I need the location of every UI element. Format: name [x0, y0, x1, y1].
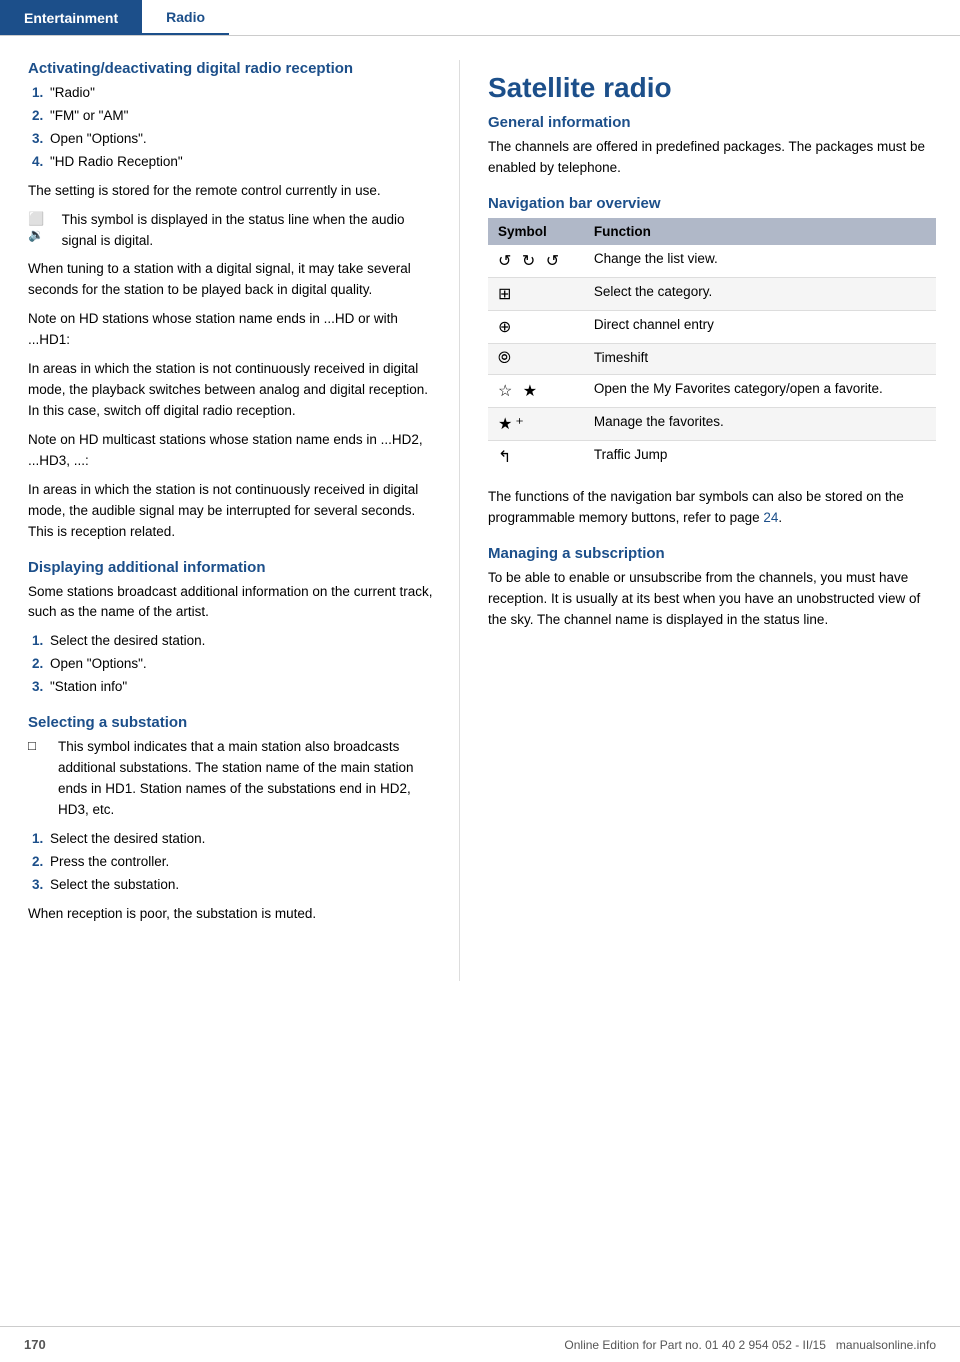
page-number: 170 — [24, 1337, 46, 1352]
section-substation-title: Selecting a substation — [28, 714, 435, 731]
hd-note-text: This symbol is displayed in the status l… — [62, 210, 435, 252]
steps-list-1: 1."Radio" 2."FM" or "AM" 3.Open "Options… — [28, 83, 435, 173]
table-row: ☆ ★ Open the My Favorites category/open … — [488, 374, 936, 407]
left-column: Activating/deactivating digital radio re… — [0, 60, 460, 981]
substation-sym-text: This symbol indicates that a main statio… — [58, 737, 435, 821]
tab-entertainment[interactable]: Entertainment — [0, 0, 142, 35]
symbol-cell: ★⁺ — [488, 407, 584, 440]
substation-icon: □ — [28, 737, 52, 753]
section-activating-title: Activating/deactivating digital radio re… — [28, 60, 435, 77]
managing-subscription-title: Managing a subscription — [488, 545, 936, 562]
general-info-para: The channels are offered in predefined p… — [488, 137, 936, 179]
note1-text: The setting is stored for the remote con… — [28, 181, 435, 202]
list-item: 2.Open "Options". — [28, 654, 435, 675]
section-nav-bar: Navigation bar overview Symbol Function … — [488, 195, 936, 529]
table-header-symbol: Symbol — [488, 218, 584, 245]
satellite-radio-title: Satellite radio — [488, 72, 936, 104]
hd-icon: ⬜🔉 — [28, 210, 56, 243]
symbol-cell: ⊞ — [488, 277, 584, 310]
section-activating: Activating/deactivating digital radio re… — [28, 60, 435, 543]
table-row: ⊞ Select the category. — [488, 277, 936, 310]
section-displaying: Displaying additional information Some s… — [28, 559, 435, 699]
function-cell: Direct channel entry — [584, 310, 936, 343]
table-row: ⊕ Direct channel entry — [488, 310, 936, 343]
function-cell: Timeshift — [584, 343, 936, 374]
para5: In areas in which the station is not con… — [28, 480, 435, 543]
steps-list-2: 1.Select the desired station. 2.Open "Op… — [28, 631, 435, 698]
symbol-cell: ↺ ↻ ↺ — [488, 245, 584, 278]
function-cell: Manage the favorites. — [584, 407, 936, 440]
symbol-cell: ↰ — [488, 440, 584, 473]
symbol-cell: ⦾ — [488, 343, 584, 374]
general-info-title: General information — [488, 114, 936, 131]
footer-note: Online Edition for Part no. 01 40 2 954 … — [564, 1338, 936, 1352]
managing-subscription-para: To be able to enable or unsubscribe from… — [488, 568, 936, 631]
section-substation: Selecting a substation □ This symbol ind… — [28, 714, 435, 924]
table-header-function: Function — [584, 218, 936, 245]
tab-radio-label: Radio — [166, 9, 205, 25]
para1: When tuning to a station with a digital … — [28, 259, 435, 301]
footer: 170 Online Edition for Part no. 01 40 2 … — [0, 1326, 960, 1362]
list-item: 3."Station info" — [28, 677, 435, 698]
table-row: ↺ ↻ ↺ Change the list view. — [488, 245, 936, 278]
function-cell: Change the list view. — [584, 245, 936, 278]
function-cell: Select the category. — [584, 277, 936, 310]
top-navigation: Entertainment Radio — [0, 0, 960, 36]
table-row: ↰ Traffic Jump — [488, 440, 936, 473]
function-cell: Open the My Favorites category/open a fa… — [584, 374, 936, 407]
table-row: ⦾ Timeshift — [488, 343, 936, 374]
list-item: 2.Press the controller. — [28, 852, 435, 873]
para4: Note on HD multicast stations whose stat… — [28, 430, 435, 472]
hd-symbol-note: ⬜🔉 This symbol is displayed in the statu… — [28, 210, 435, 252]
substation-note: When reception is poor, the substation i… — [28, 904, 435, 925]
nav-table: Symbol Function ↺ ↻ ↺ Change the list vi… — [488, 218, 936, 473]
section-managing-subscription: Managing a subscription To be able to en… — [488, 545, 936, 631]
list-item: 3.Select the substation. — [28, 875, 435, 896]
section-general-info: General information The channels are off… — [488, 114, 936, 179]
list-item: 3.Open "Options". — [28, 129, 435, 150]
tab-radio[interactable]: Radio — [142, 0, 229, 35]
page-link[interactable]: 24 — [763, 510, 778, 525]
list-item: 2."FM" or "AM" — [28, 106, 435, 127]
table-row: ★⁺ Manage the favorites. — [488, 407, 936, 440]
nav-bar-title: Navigation bar overview — [488, 195, 936, 212]
displaying-para: Some stations broadcast additional infor… — [28, 582, 435, 624]
section-displaying-title: Displaying additional information — [28, 559, 435, 576]
symbol-cell: ⊕ — [488, 310, 584, 343]
right-column: Satellite radio General information The … — [460, 60, 960, 981]
tab-entertainment-label: Entertainment — [24, 10, 118, 26]
para2: Note on HD stations whose station name e… — [28, 309, 435, 351]
function-cell: Traffic Jump — [584, 440, 936, 473]
list-item: 1.Select the desired station. — [28, 631, 435, 652]
substation-symbol-note: □ This symbol indicates that a main stat… — [28, 737, 435, 821]
para3: In areas in which the station is not con… — [28, 359, 435, 422]
steps-list-3: 1.Select the desired station. 2.Press th… — [28, 829, 435, 896]
list-item: 1.Select the desired station. — [28, 829, 435, 850]
list-item: 1."Radio" — [28, 83, 435, 104]
main-content: Activating/deactivating digital radio re… — [0, 36, 960, 981]
nav-table-note: The functions of the navigation bar symb… — [488, 487, 936, 529]
list-item: 4."HD Radio Reception" — [28, 152, 435, 173]
symbol-cell: ☆ ★ — [488, 374, 584, 407]
